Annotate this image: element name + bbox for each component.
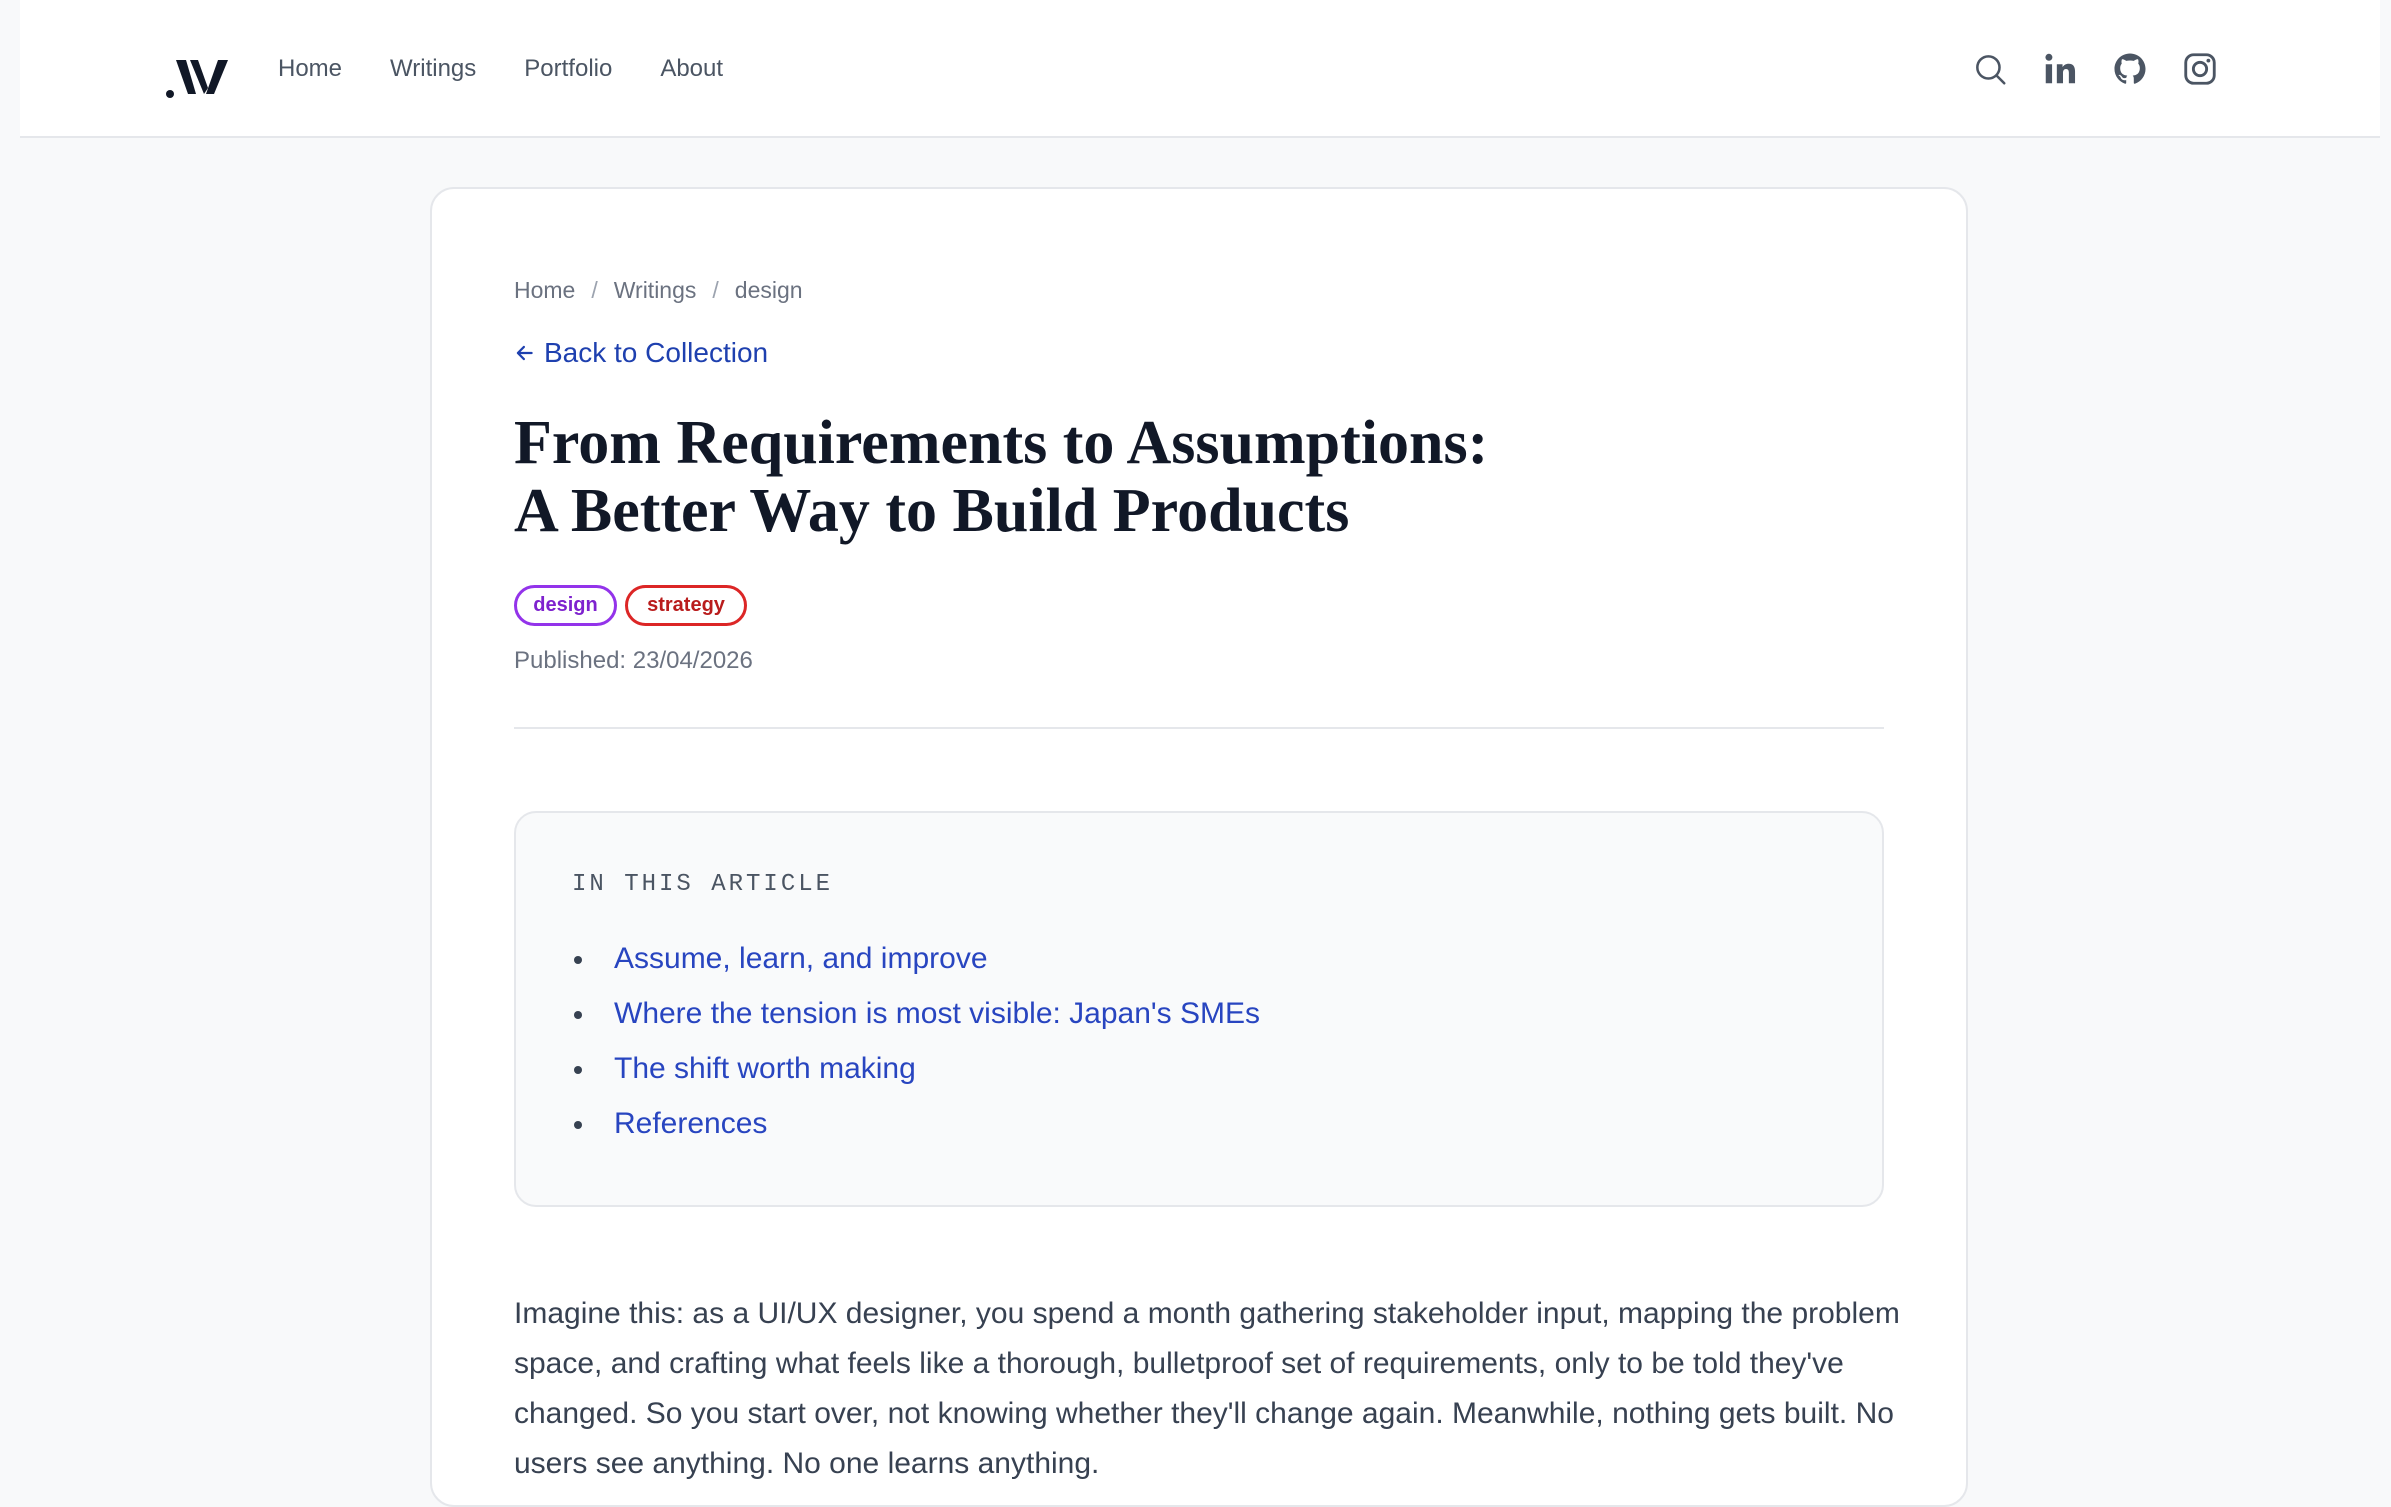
- breadcrumb-design[interactable]: design: [735, 277, 803, 304]
- site-logo[interactable]: [166, 54, 230, 100]
- arrow-left-icon: [516, 345, 533, 361]
- article-title: From Requirements to Assumptions: A Bett…: [514, 409, 1614, 545]
- toc-item: Assume, learn, and improve: [572, 931, 1260, 986]
- tag-strategy[interactable]: strategy: [625, 585, 747, 626]
- main-nav: Home Writings Portfolio About: [278, 0, 723, 138]
- instagram-icon: [2184, 53, 2216, 85]
- toc-item: Where the tension is most visible: Japan…: [572, 986, 1260, 1041]
- breadcrumb: Home / Writings / design: [514, 277, 803, 304]
- toc-link-japan-smes[interactable]: Where the tension is most visible: Japan…: [614, 997, 1260, 1031]
- breadcrumb-separator: /: [712, 277, 719, 303]
- table-of-contents: IN THIS ARTICLE Assume, learn, and impro…: [514, 811, 1884, 1207]
- github-link[interactable]: [2110, 49, 2150, 89]
- header-icons: [1970, 0, 2220, 138]
- linkedin-icon: [2045, 53, 2076, 84]
- toc-link-references[interactable]: References: [614, 1107, 767, 1141]
- toc-link-shift-worth-making[interactable]: The shift worth making: [614, 1052, 916, 1086]
- article-title-line-2: A Better Way to Build Products: [514, 477, 1350, 545]
- breadcrumb-writings[interactable]: Writings: [614, 277, 697, 304]
- nav-portfolio[interactable]: Portfolio: [524, 55, 612, 83]
- toc-heading: IN THIS ARTICLE: [572, 871, 834, 898]
- article-body-paragraph: Imagine this: as a UI/UX designer, you s…: [514, 1297, 1900, 1480]
- search-icon: [1976, 55, 2006, 85]
- article-card: Home / Writings / design Back to Collect…: [430, 187, 1968, 1507]
- instagram-link[interactable]: [2180, 49, 2220, 89]
- nav-about[interactable]: About: [660, 55, 723, 83]
- tag-list: design strategy: [514, 585, 747, 626]
- top-navigation-bar: Home Writings Portfolio About: [20, 0, 2380, 138]
- toc-item: The shift worth making: [572, 1041, 1260, 1096]
- linkedin-link[interactable]: [2040, 49, 2080, 89]
- divider: [514, 727, 1884, 729]
- toc-list: Assume, learn, and improve Where the ten…: [572, 931, 1260, 1151]
- logo-w-icon: [166, 60, 228, 98]
- back-to-collection-link[interactable]: Back to Collection: [514, 337, 768, 369]
- search-button[interactable]: [1970, 49, 2010, 89]
- tag-design[interactable]: design: [514, 585, 617, 626]
- toc-link-assume-learn-improve[interactable]: Assume, learn, and improve: [614, 942, 988, 976]
- breadcrumb-home[interactable]: Home: [514, 277, 575, 304]
- toc-item: References: [572, 1096, 1260, 1151]
- nav-home[interactable]: Home: [278, 55, 342, 83]
- article-title-line-1: From Requirements to Assumptions:: [514, 409, 1489, 477]
- github-icon: [2114, 53, 2146, 84]
- back-link-label: Back to Collection: [544, 337, 769, 368]
- nav-writings[interactable]: Writings: [390, 55, 476, 83]
- breadcrumb-separator: /: [591, 277, 598, 303]
- published-date: Published: 23/04/2026: [514, 647, 753, 674]
